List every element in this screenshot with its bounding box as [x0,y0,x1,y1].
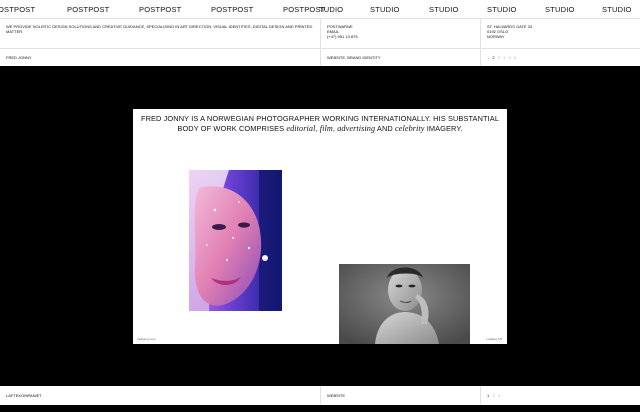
pager-dot[interactable]: 3 [498,393,500,398]
pager-dot[interactable]: 3 [498,55,500,60]
pager-dot-active[interactable]: 1 [487,393,489,398]
pager-dot-active[interactable]: 2 [492,55,494,60]
next-project-preview [0,405,640,412]
studio-description: WE PROVIDE HOLISTIC DESIGN SOLUTIONS AND… [0,19,321,49]
pager-dot[interactable]: 4 [503,55,505,60]
next-project-type: WEBSITE [321,386,481,405]
slide-caption-right: Loading 1/5 [486,337,502,341]
marquee-item: POSTPOST [139,5,182,14]
marquee-item: STUDIO [429,5,459,14]
project-slide[interactable]: FRED JONNY IS A NORWEGIAN PHOTOGRAPHER W… [133,109,507,344]
slide-headline: FRED JONNY IS A NORWEGIAN PHOTOGRAPHER W… [140,114,500,133]
slide-caption-left: fredjonny.com [137,337,156,341]
project-stage: FRED JONNY IS A NORWEGIAN PHOTOGRAPHER W… [0,66,640,386]
marquee-bar: OSTPOST POSTPOST POSTPOST POSTPOST POSTP… [0,0,640,19]
next-project-client[interactable]: LAFTEKOMPANIET [0,386,321,405]
project-client[interactable]: FRED JONNY [0,49,321,66]
marquee-item: TUDIO [319,5,344,14]
marquee-item: STUDIO [545,5,575,14]
project-type: WEBSITE, BRAND IDENTITY [321,49,481,66]
marquee-item: POSTPOST [211,5,254,14]
contact-phone[interactable]: (+47) 951 13 875 [327,34,474,39]
pager-dot[interactable]: 6 [514,55,516,60]
marquee-item: STUDIO [487,5,517,14]
studio-info: WE PROVIDE HOLISTIC DESIGN SOLUTIONS AND… [0,19,640,49]
contact-info: POSTWARNE EMAIL (+47) 951 13 875 [321,19,481,49]
portrait-photo-bw [339,264,470,344]
marquee-item: STUDIO [370,5,400,14]
pager-dot[interactable]: 2 [492,393,494,398]
next-project-row[interactable]: LAFTEKOMPANIET WEBSITE 1 2 3 [0,386,640,405]
pager-dot[interactable]: 1 [487,55,489,60]
marquee-item: POSTPOST [67,5,110,14]
pager-dot[interactable]: 5 [508,55,510,60]
project-row[interactable]: FRED JONNY WEBSITE, BRAND IDENTITY 1 2 3… [0,49,640,66]
address-country: NORWAY [487,34,505,39]
marquee-item: OSTPOST [0,5,36,14]
next-project-pager: 1 2 3 [481,386,640,405]
address-info: ST. HALVARDS GATE 33 0192 OSLO NORWAY [481,19,640,49]
portrait-photo-color [189,170,282,311]
project-pager: 1 2 3 4 5 6 [481,49,640,66]
marquee-item: STUDIO [602,5,632,14]
